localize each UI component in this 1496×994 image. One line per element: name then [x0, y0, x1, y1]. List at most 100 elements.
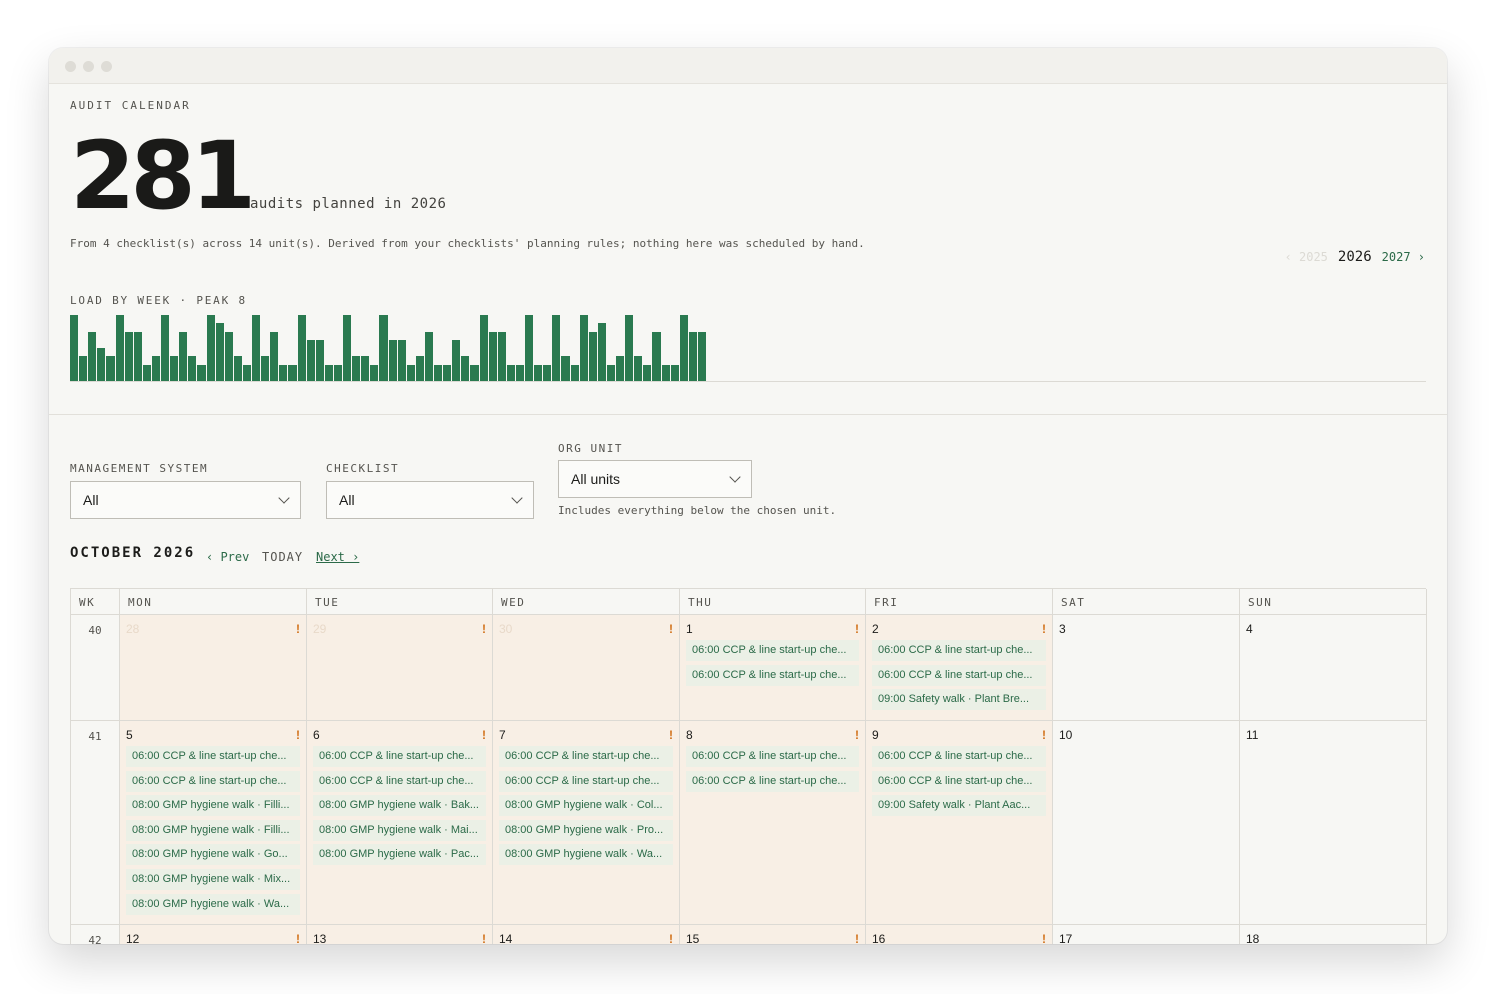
load-bar-week-36: [388, 339, 397, 381]
day-cell[interactable]: 17: [1053, 925, 1240, 944]
day-cell[interactable]: 10: [1053, 721, 1240, 925]
audit-event[interactable]: 09:00 Safety walk · Plant Bre...: [872, 689, 1046, 711]
day-number: 13: [313, 932, 327, 944]
year-next-link[interactable]: 2027 ›: [1382, 250, 1425, 264]
audit-event[interactable]: 06:00 CCP & line start-up che...: [686, 640, 859, 661]
audit-event[interactable]: 08:00 GMP hygiene walk · Wa...: [126, 893, 300, 915]
audit-event[interactable]: 06:00 CCP & line start-up che...: [686, 664, 859, 686]
audit-event[interactable]: 06:00 CCP & line start-up che...: [313, 770, 486, 792]
load-bar-week-46: [479, 315, 488, 381]
day-cell[interactable]: 14!: [493, 925, 680, 944]
today-button[interactable]: TODAY: [262, 550, 303, 564]
day-events: 06:00 CCP & line start-up che... 06:00 CC…: [499, 746, 673, 869]
load-bar-week-29: [324, 364, 333, 381]
audit-event[interactable]: 06:00 CCP & line start-up che...: [872, 664, 1046, 686]
load-bar-week-15: [197, 364, 206, 381]
day-cell[interactable]: 8! 06:00 CCP & line start-up che... 06:00 …: [680, 721, 866, 925]
overload-warning-icon: !: [855, 728, 859, 742]
audit-event[interactable]: 06:00 CCP & line start-up che...: [686, 770, 859, 792]
day-cell[interactable]: 12!: [120, 925, 307, 944]
window-minimize-button[interactable]: [83, 61, 94, 72]
day-cell[interactable]: 7! 06:00 CCP & line start-up che... 06:00 …: [493, 721, 680, 925]
chevron-down-icon: [729, 471, 741, 483]
day-cell[interactable]: 15!: [680, 925, 866, 944]
load-bar-week-16: [206, 315, 215, 381]
audit-event[interactable]: 08:00 GMP hygiene walk · Filli...: [126, 795, 300, 817]
day-events: 06:00 CCP & line start-up che... 06:00 CC…: [126, 746, 300, 918]
audit-event[interactable]: 06:00 CCP & line start-up che...: [126, 746, 300, 767]
day-number: 1: [686, 622, 693, 636]
day-cell[interactable]: 1! 06:00 CCP & line start-up che... 06:00 …: [680, 615, 866, 721]
load-bar-week-12: [170, 356, 179, 381]
load-bar-week-63: [634, 356, 643, 381]
col-header-sat: SAT: [1053, 589, 1240, 615]
load-bar-week-32: [352, 356, 361, 381]
window-close-button[interactable]: [65, 61, 76, 72]
day-cell[interactable]: 30!: [493, 615, 680, 721]
load-bar-week-68: [679, 315, 688, 381]
load-bar-week-24: [279, 364, 288, 381]
window-zoom-button[interactable]: [101, 61, 112, 72]
load-bar-week-11: [161, 315, 170, 381]
load-bar-week-69: [688, 331, 697, 381]
audit-event[interactable]: 06:00 CCP & line start-up che...: [126, 770, 300, 792]
audit-event[interactable]: 06:00 CCP & line start-up che...: [499, 770, 673, 792]
day-cell[interactable]: 28!: [120, 615, 307, 721]
next-month-link[interactable]: Next ›: [316, 550, 359, 564]
audit-event[interactable]: 06:00 CCP & line start-up che...: [872, 640, 1046, 661]
load-bar-week-30: [333, 364, 343, 381]
load-bar-week-39: [415, 356, 424, 381]
day-cell[interactable]: 9! 06:00 CCP & line start-up che... 06:00 …: [866, 721, 1053, 925]
calendar-week-row: 41 5! 06:00 CCP & line start-up che... 06:0…: [71, 721, 1427, 925]
col-header-thu: THU: [680, 589, 866, 615]
checklist-select[interactable]: All: [326, 481, 534, 519]
overload-warning-icon: !: [1042, 622, 1046, 636]
day-cell[interactable]: 5! 06:00 CCP & line start-up che... 06:00 …: [120, 721, 307, 925]
audit-event[interactable]: 08:00 GMP hygiene walk · Pac...: [313, 844, 486, 866]
load-bar-week-43: [452, 339, 461, 381]
day-cell[interactable]: 3: [1053, 615, 1240, 721]
audit-event[interactable]: 06:00 CCP & line start-up che...: [499, 746, 673, 767]
load-bar-week-9: [142, 364, 151, 381]
day-cell[interactable]: 13!: [307, 925, 493, 944]
load-bar-week-41: [434, 364, 443, 381]
audit-event[interactable]: 06:00 CCP & line start-up che...: [872, 746, 1046, 767]
week-number: 40: [71, 615, 120, 721]
day-cell[interactable]: 18: [1240, 925, 1427, 944]
week-number: 42: [71, 925, 120, 944]
day-events: 06:00 CCP & line start-up che... 06:00 CC…: [686, 746, 859, 795]
day-cell[interactable]: 29!: [307, 615, 493, 721]
audit-event[interactable]: 08:00 GMP hygiene walk · Col...: [499, 795, 673, 817]
audit-event[interactable]: 06:00 CCP & line start-up che...: [686, 746, 859, 767]
col-header-tue: TUE: [307, 589, 493, 615]
prev-month-link[interactable]: ‹ Prev: [206, 550, 249, 564]
day-cell[interactable]: 11: [1240, 721, 1427, 925]
audit-event[interactable]: 06:00 CCP & line start-up che...: [313, 746, 486, 767]
load-bar-week-45: [470, 364, 479, 381]
overload-warning-icon: !: [1042, 728, 1046, 742]
day-events: 06:00 CCP & line start-up che... 06:00 CC…: [872, 746, 1046, 820]
audit-event[interactable]: 06:00 CCP & line start-up che...: [872, 770, 1046, 792]
day-number: 4: [1246, 622, 1253, 636]
org-unit-select[interactable]: All units: [558, 460, 752, 498]
audit-event[interactable]: 08:00 GMP hygiene walk · Mai...: [313, 819, 486, 841]
day-number: 3: [1059, 622, 1066, 636]
day-cell[interactable]: 2! 06:00 CCP & line start-up che... 06:00 …: [866, 615, 1053, 721]
audit-event[interactable]: 08:00 GMP hygiene walk · Mix...: [126, 868, 300, 890]
day-cell[interactable]: 16!: [866, 925, 1053, 944]
year-prev-link[interactable]: ‹ 2025: [1285, 250, 1328, 264]
day-cell[interactable]: 6! 06:00 CCP & line start-up che... 06:00 …: [307, 721, 493, 925]
checklist-value: All: [339, 492, 355, 508]
audit-event[interactable]: 09:00 Safety walk · Plant Aac...: [872, 795, 1046, 817]
chevron-down-icon: [511, 492, 523, 504]
audit-event[interactable]: 08:00 GMP hygiene walk · Pro...: [499, 819, 673, 841]
day-cell[interactable]: 4: [1240, 615, 1427, 721]
audit-event[interactable]: 08:00 GMP hygiene walk · Go...: [126, 844, 300, 866]
management-system-select[interactable]: All: [70, 481, 301, 519]
audit-event[interactable]: 08:00 GMP hygiene walk · Wa...: [499, 844, 673, 866]
load-bar-week-7: [124, 331, 133, 381]
audit-event[interactable]: 08:00 GMP hygiene walk · Bak...: [313, 795, 486, 817]
audit-event[interactable]: 08:00 GMP hygiene walk · Filli...: [126, 819, 300, 841]
load-bar-week-37: [397, 339, 406, 381]
col-header-wed: WED: [493, 589, 680, 615]
